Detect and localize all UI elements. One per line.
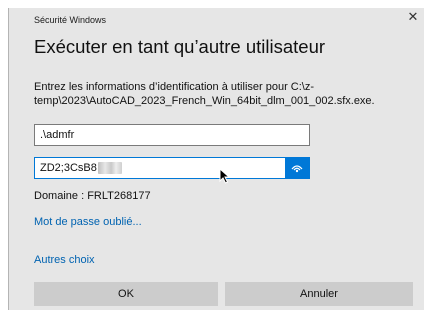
password-redacted-blur (97, 162, 122, 174)
credential-dialog: Sécurité Windows ✕ Exécuter en tant qu’a… (8, 8, 424, 310)
eye-reveal-icon (291, 165, 303, 173)
password-value: ZD2;3CsB8 (40, 162, 97, 174)
dialog-heading: Exécuter en tant qu’autre utilisateur (34, 36, 326, 57)
mouse-cursor-icon (219, 168, 231, 184)
close-icon[interactable]: ✕ (406, 10, 420, 24)
domain-label: Domaine : FRLT268177 (34, 190, 151, 202)
forgot-password-link[interactable]: Mot de passe oublié... (34, 216, 142, 228)
more-choices-link[interactable]: Autres choix (34, 254, 95, 266)
cancel-button[interactable]: Annuler (225, 282, 413, 306)
password-field[interactable]: ZD2;3CsB8 (34, 157, 310, 179)
dialog-description: Entrez les informations d’identification… (34, 81, 375, 107)
username-field[interactable]: .\admfr (34, 124, 310, 146)
username-value: .\admfr (40, 129, 75, 141)
ok-button[interactable]: OK (34, 282, 218, 306)
reveal-password-button[interactable] (285, 158, 309, 178)
window-title: Sécurité Windows (34, 15, 107, 25)
